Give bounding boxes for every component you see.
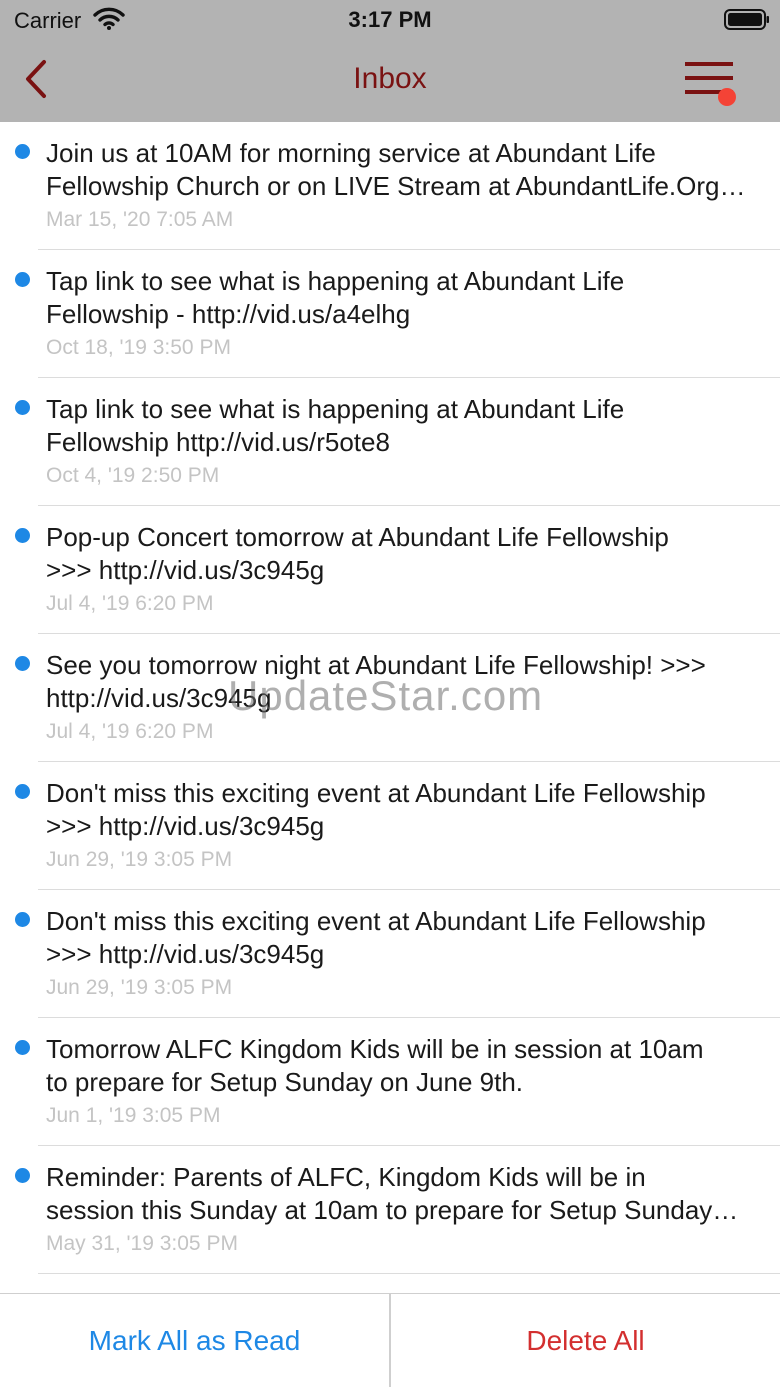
message-line: See you tomorrow night at Abundant Life … xyxy=(46,650,706,680)
list-item[interactable]: Join us at 10AM for morning service at A… xyxy=(0,122,780,250)
message-line: Fellowship - http://vid.us/a4elhg xyxy=(46,299,411,329)
divider xyxy=(38,1273,780,1274)
message-line: Tap link to see what is happening at Abu… xyxy=(46,394,625,424)
message-line: http://vid.us/3c945g xyxy=(46,683,272,713)
message-line: Fellowship Church or on LIVE Stream at A… xyxy=(46,171,746,201)
navigation-bar: Inbox xyxy=(0,40,780,122)
message-date: May 31, '19 3:05 PM xyxy=(46,1232,238,1255)
menu-badge xyxy=(718,88,736,106)
unread-dot xyxy=(15,1168,30,1183)
message-text: Don't miss this exciting event at Abunda… xyxy=(46,777,762,843)
message-line: to prepare for Setup Sunday on June 9th. xyxy=(46,1067,524,1097)
menu-icon[interactable] xyxy=(682,58,740,108)
unread-dot xyxy=(15,912,30,927)
unread-dot xyxy=(15,784,30,799)
unread-dot xyxy=(15,656,30,671)
list-item[interactable]: Tomorrow ALFC Kingdom Kids will be in se… xyxy=(0,1018,780,1146)
list-item[interactable]: Tap link to see what is happening at Abu… xyxy=(0,250,780,378)
unread-dot xyxy=(15,1040,30,1055)
list-item[interactable]: Reminder: Parents of ALFC, Kingdom Kids … xyxy=(0,1146,780,1274)
message-date: Jun 29, '19 3:05 PM xyxy=(46,848,233,871)
message-text: Pop-up Concert tomorrow at Abundant Life… xyxy=(46,521,762,587)
unread-dot xyxy=(15,272,30,287)
list-item[interactable]: Don't miss this exciting event at Abunda… xyxy=(0,762,780,890)
message-text: Tap link to see what is happening at Abu… xyxy=(46,265,762,331)
list-item[interactable]: Tap link to see what is happening at Abu… xyxy=(0,378,780,506)
message-line: Fellowship http://vid.us/r5ote8 xyxy=(46,427,390,457)
message-line: Join us at 10AM for morning service at A… xyxy=(46,138,656,168)
message-text: Join us at 10AM for morning service at A… xyxy=(46,137,762,203)
header: Carrier 3:17 PM Inbox xyxy=(0,0,780,122)
message-line: Don't miss this exciting event at Abunda… xyxy=(46,778,706,808)
page-title: Inbox xyxy=(353,62,427,95)
delete-all-button[interactable]: Delete All xyxy=(391,1294,780,1387)
message-date: Jun 1, '19 3:05 PM xyxy=(46,1104,221,1127)
unread-dot xyxy=(15,528,30,543)
message-date: Oct 4, '19 2:50 PM xyxy=(46,464,220,487)
status-bar: Carrier 3:17 PM xyxy=(0,0,780,40)
message-line: Reminder: Parents of ALFC, Kingdom Kids … xyxy=(46,1162,646,1192)
message-line: Pop-up Concert tomorrow at Abundant Life… xyxy=(46,522,669,552)
message-line: Don't miss this exciting event at Abunda… xyxy=(46,906,706,936)
message-line: >>> http://vid.us/3c945g xyxy=(46,811,325,841)
message-date: Jul 4, '19 6:20 PM xyxy=(46,592,214,615)
message-list[interactable]: Join us at 10AM for morning service at A… xyxy=(0,122,780,1293)
clock: 3:17 PM xyxy=(348,7,432,32)
unread-dot xyxy=(15,400,30,415)
message-date: Oct 18, '19 3:50 PM xyxy=(46,336,231,359)
action-bar: Mark All as Read Delete All xyxy=(0,1293,780,1387)
message-text: See you tomorrow night at Abundant Life … xyxy=(46,649,762,715)
message-text: Don't miss this exciting event at Abunda… xyxy=(46,905,762,971)
list-item[interactable]: Pop-up Concert tomorrow at Abundant Life… xyxy=(0,506,780,634)
message-line: >>> http://vid.us/3c945g xyxy=(46,939,325,969)
message-line: session this Sunday at 10am to prepare f… xyxy=(46,1195,739,1225)
message-line: >>> http://vid.us/3c945g xyxy=(46,555,325,585)
list-item[interactable]: See you tomorrow night at Abundant Life … xyxy=(0,634,780,762)
mark-all-read-button[interactable]: Mark All as Read xyxy=(0,1294,389,1387)
message-text: Tomorrow ALFC Kingdom Kids will be in se… xyxy=(46,1033,762,1099)
list-item[interactable]: Don't miss this exciting event at Abunda… xyxy=(0,890,780,1018)
unread-dot xyxy=(15,144,30,159)
message-text: Reminder: Parents of ALFC, Kingdom Kids … xyxy=(46,1161,762,1227)
message-date: Jul 4, '19 6:20 PM xyxy=(46,720,214,743)
message-text: Tap link to see what is happening at Abu… xyxy=(46,393,762,459)
battery-icon xyxy=(724,9,769,30)
message-date: Jun 29, '19 3:05 PM xyxy=(46,976,233,999)
message-date: Mar 15, '20 7:05 AM xyxy=(46,208,234,231)
message-line: Tap link to see what is happening at Abu… xyxy=(46,266,625,296)
message-line: Tomorrow ALFC Kingdom Kids will be in se… xyxy=(46,1034,704,1064)
